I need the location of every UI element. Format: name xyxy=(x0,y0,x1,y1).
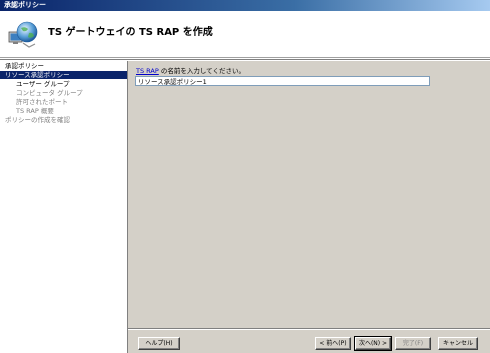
header-divider xyxy=(0,58,490,60)
nav-item-confirm-policy-creation: ポリシーの作成を確認 xyxy=(5,116,70,124)
nav-item-resource-authorization-policy[interactable]: リソース承認ポリシー xyxy=(0,71,127,79)
wizard-content-panel: TS RAP の名前を入力してください。 ヘルプ(H) < 前へ(P) 次へ(N… xyxy=(127,61,490,353)
back-button[interactable]: < 前へ(P) xyxy=(315,337,351,350)
help-button[interactable]: ヘルプ(H) xyxy=(138,337,180,350)
wizard-step-nav: 承認ポリシー リソース承認ポリシー ユーザー グループ コンピュータ グループ … xyxy=(0,61,127,353)
nav-item-ts-rap-summary: TS RAP 概要 xyxy=(16,107,54,115)
policy-name-input[interactable] xyxy=(135,76,430,86)
nav-item-user-groups[interactable]: ユーザー グループ xyxy=(16,80,70,88)
window-titlebar[interactable]: 承認ポリシー xyxy=(0,0,490,11)
nav-item-computer-group: コンピュータ グループ xyxy=(16,89,83,97)
name-prompt: TS RAP の名前を入力してください。 xyxy=(136,67,245,75)
cancel-button[interactable]: キャンセル xyxy=(438,337,478,350)
next-button[interactable]: 次へ(N) > xyxy=(354,336,392,351)
page-heading: TS ゲートウェイの TS RAP を作成 xyxy=(48,27,213,38)
wizard-header: TS ゲートウェイの TS RAP を作成 xyxy=(0,11,490,58)
name-prompt-text: の名前を入力してください。 xyxy=(158,67,245,75)
nav-item-authorization-policies[interactable]: 承認ポリシー xyxy=(5,62,44,70)
globe-with-computer-icon xyxy=(8,21,38,48)
ts-rap-link[interactable]: TS RAP xyxy=(136,67,159,75)
footer-divider xyxy=(128,328,490,330)
finish-button: 完了(F) xyxy=(395,337,431,350)
nav-item-allowed-ports: 許可されたポート xyxy=(16,98,68,106)
window-title: 承認ポリシー xyxy=(4,1,46,9)
